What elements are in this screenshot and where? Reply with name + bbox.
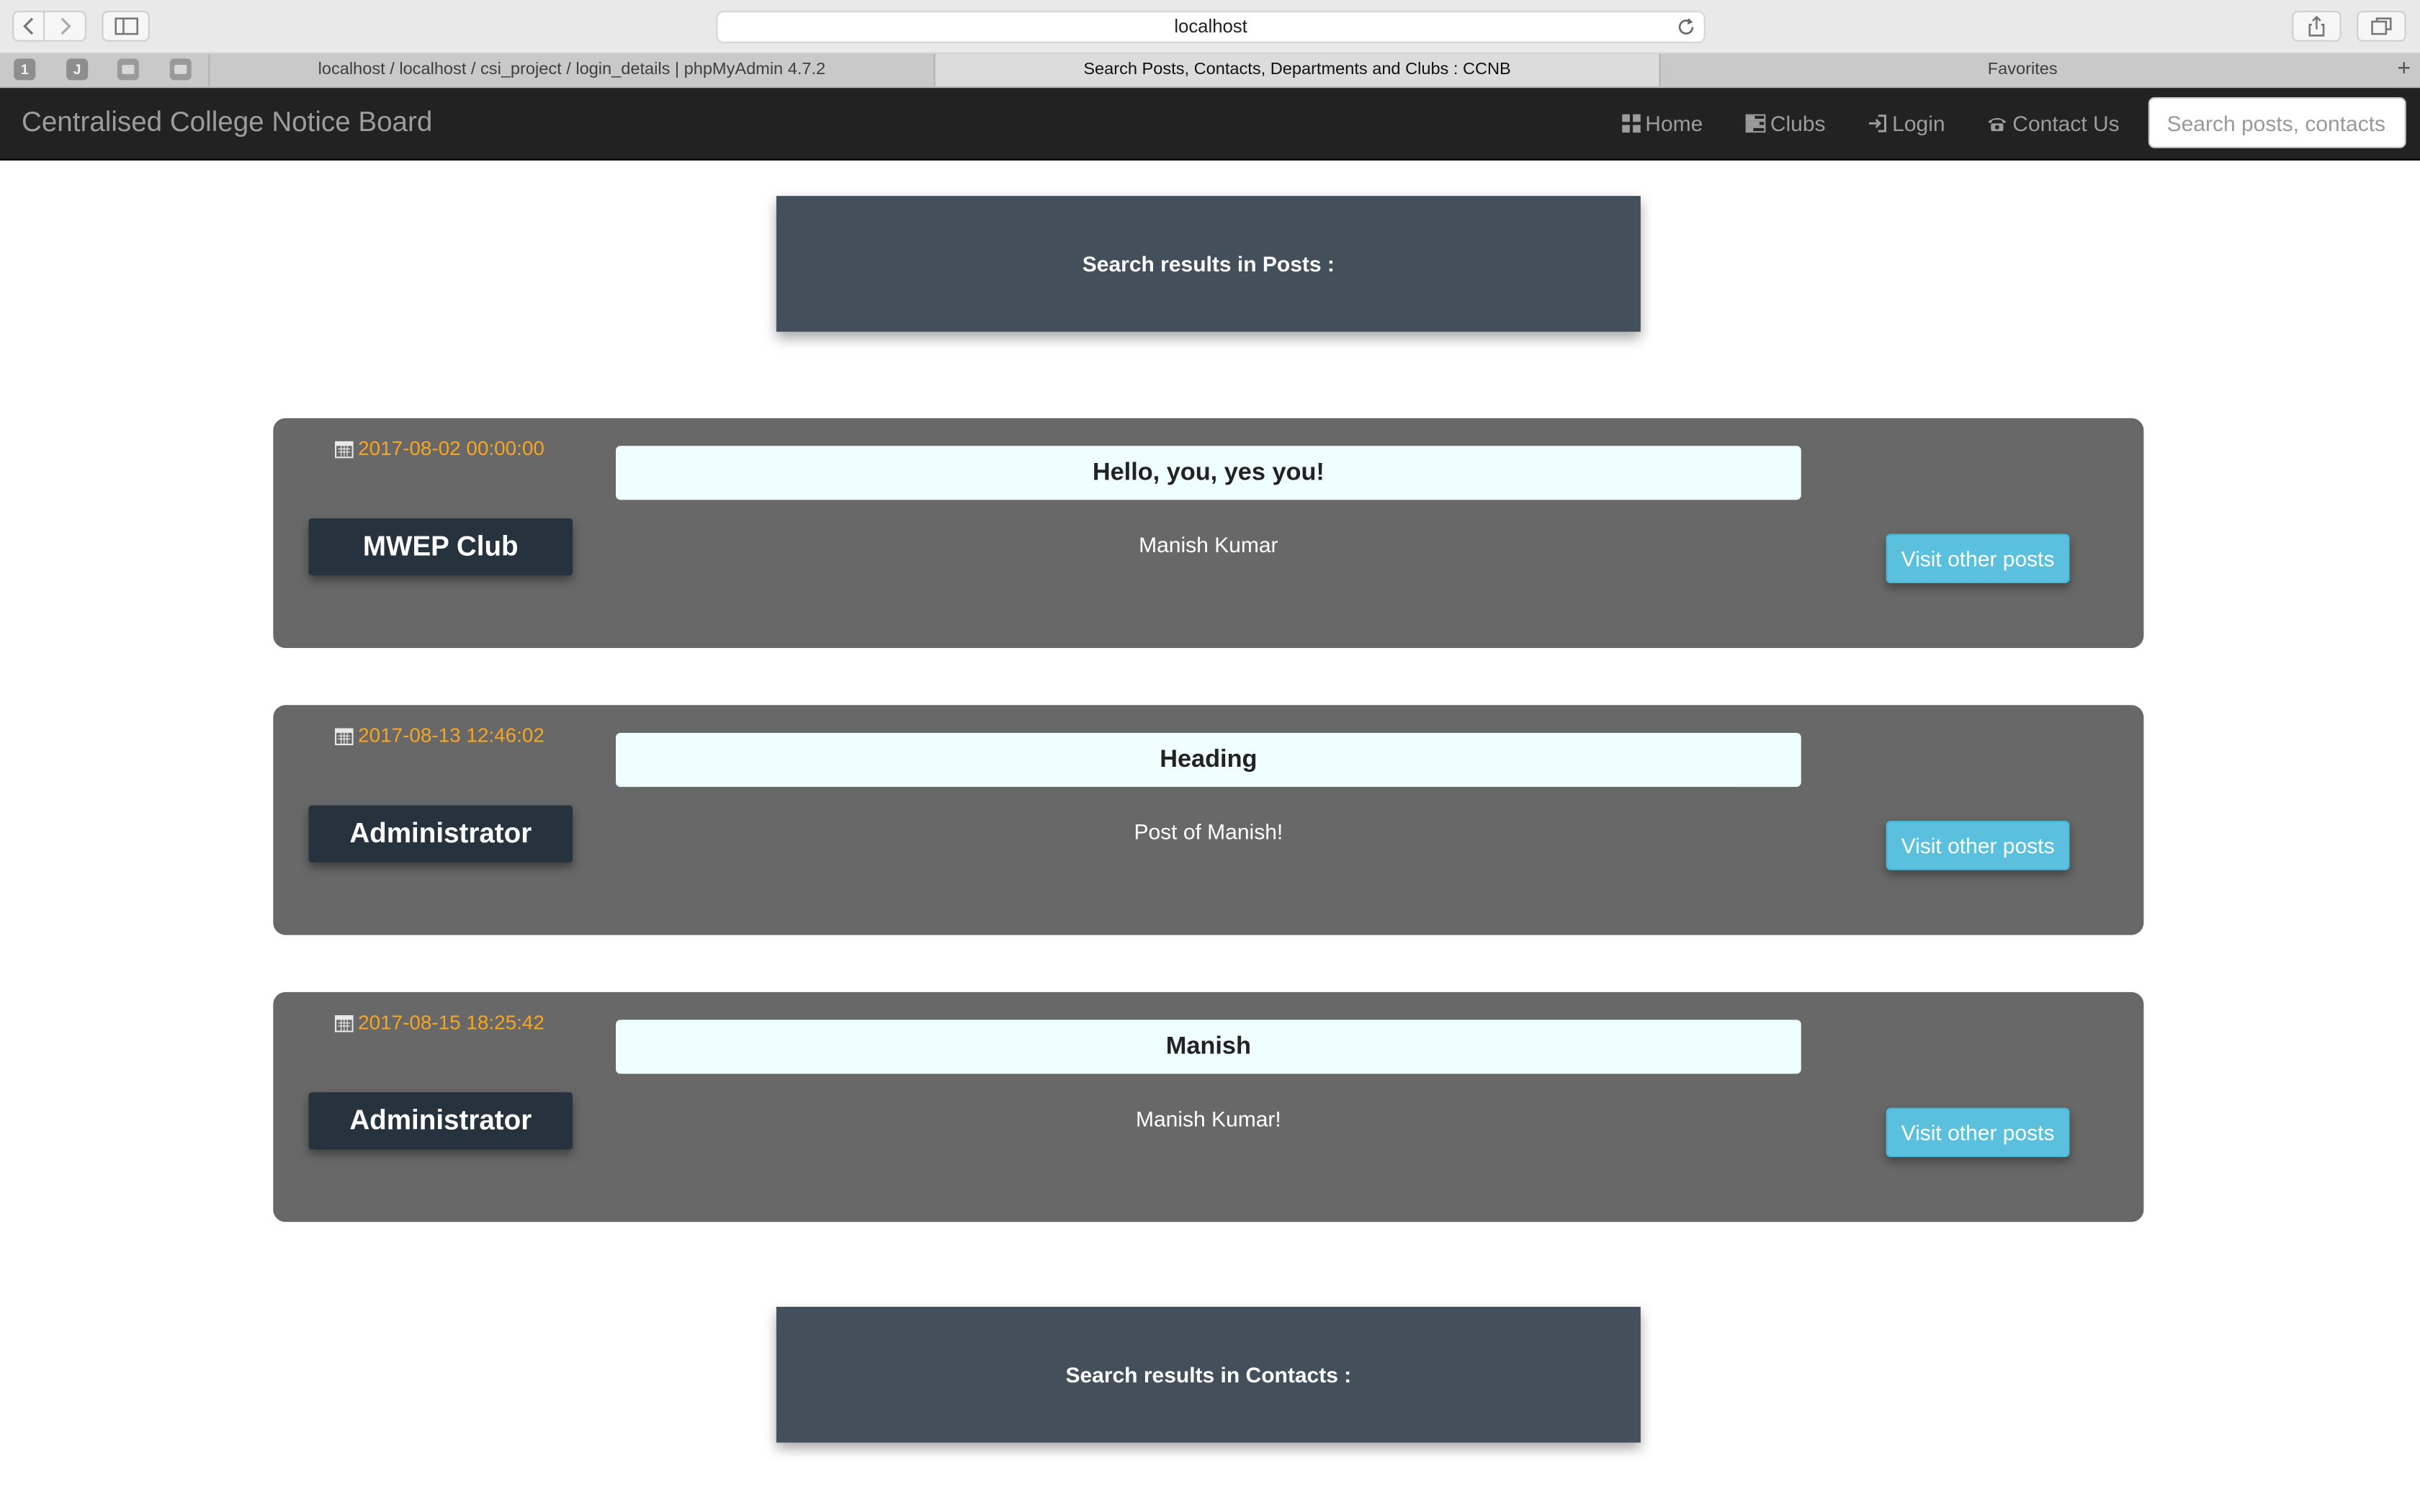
- post-card: 2017-08-15 18:25:42 Administrator Manish…: [273, 991, 2144, 1223]
- post-date: 2017-08-02 00:00:00: [335, 436, 544, 460]
- share-icon: [2308, 15, 2325, 37]
- post-title: Manish: [616, 1020, 1801, 1074]
- post-title: Hello, you, yes you!: [616, 446, 1801, 500]
- nav-contact-label: Contact Us: [2012, 111, 2120, 136]
- post-body: Manish Kumar!: [1135, 1106, 1281, 1131]
- chevron-right-icon: [60, 17, 71, 35]
- contacts-section-header: Search results in Contacts :: [776, 1307, 1641, 1443]
- visit-other-posts-button[interactable]: Visit other posts: [1886, 534, 2070, 583]
- search-input[interactable]: [2148, 97, 2406, 148]
- video-icon: [174, 65, 187, 74]
- post-author-badge: Administrator: [308, 1092, 573, 1150]
- site-brand[interactable]: Centralised College Notice Board: [22, 107, 432, 139]
- page: localhost 1 J localhost / localhost / cs…: [0, 0, 2420, 1512]
- post-date-text: 2017-08-13 12:46:02: [358, 723, 544, 747]
- chevron-left-icon: [22, 17, 33, 35]
- calendar-icon: [335, 727, 354, 744]
- site-navbar: Centralised College Notice Board Home Cl…: [0, 88, 2420, 161]
- calendar-icon: [335, 440, 354, 458]
- nav-home-label: Home: [1645, 111, 1703, 136]
- forward-button[interactable]: [45, 11, 86, 42]
- post-title: Heading: [616, 732, 1801, 787]
- pinned-tab-3[interactable]: [117, 58, 139, 81]
- post-date: 2017-08-13 12:46:02: [335, 724, 544, 747]
- pinned-tab-4[interactable]: [169, 58, 192, 81]
- video-icon: [122, 65, 135, 74]
- nav-login[interactable]: Login: [1868, 111, 1945, 136]
- new-tab-button[interactable]: +: [2397, 55, 2411, 84]
- back-button[interactable]: [12, 11, 45, 42]
- tab-bar: 1 J localhost / localhost / csi_project …: [0, 54, 2420, 89]
- pinned-tab-1[interactable]: 1: [14, 58, 36, 81]
- tab-phpmyadmin[interactable]: localhost / localhost / csi_project / lo…: [208, 54, 933, 86]
- tabs-icon: [2371, 17, 2392, 35]
- address-text: localhost: [1174, 15, 1247, 37]
- post-date-text: 2017-08-15 18:25:42: [358, 1010, 544, 1034]
- sidebar-toggle-button[interactable]: [102, 11, 150, 42]
- log-in-icon: [1869, 114, 1887, 132]
- post-date-text: 2017-08-02 00:00:00: [358, 436, 544, 460]
- tab-search-ccnb[interactable]: Search Posts, Contacts, Departments and …: [933, 54, 1659, 86]
- share-button[interactable]: [2292, 11, 2341, 42]
- posts-section-header: Search results in Posts :: [776, 196, 1641, 332]
- post-author-badge: Administrator: [308, 805, 573, 863]
- pinned-tab-2[interactable]: J: [66, 58, 89, 81]
- calendar-icon: [335, 1014, 354, 1032]
- nav-clubs-label: Clubs: [1770, 111, 1826, 136]
- tab-favorites[interactable]: Favorites: [1659, 54, 2385, 86]
- address-bar[interactable]: localhost: [716, 11, 1706, 43]
- tasks-icon: [1745, 114, 1766, 133]
- visit-other-posts-button[interactable]: Visit other posts: [1886, 821, 2070, 870]
- nav-contact[interactable]: Contact Us: [1986, 111, 2120, 136]
- phone-icon: [1988, 117, 2007, 132]
- nav-home[interactable]: Home: [1622, 111, 1703, 136]
- nav-clubs[interactable]: Clubs: [1745, 111, 1826, 136]
- post-body: Post of Manish!: [1134, 819, 1283, 845]
- post-author-badge: MWEP Club: [308, 518, 573, 576]
- browser-toolbar: localhost: [0, 0, 2420, 54]
- sidebar-icon: [114, 17, 138, 35]
- nav-login-label: Login: [1892, 111, 1945, 136]
- visit-other-posts-button[interactable]: Visit other posts: [1886, 1107, 2070, 1158]
- reload-icon[interactable]: [1676, 17, 1696, 37]
- post-card: 2017-08-13 12:46:02 Administrator Headin…: [273, 705, 2144, 935]
- post-card: 2017-08-02 00:00:00 MWEP Club Hello, you…: [273, 418, 2144, 648]
- post-date: 2017-08-15 18:25:42: [335, 1011, 544, 1034]
- th-large-icon: [1622, 114, 1641, 133]
- tabs-overview-button[interactable]: [2357, 11, 2406, 42]
- post-body: Manish Kumar: [1139, 532, 1278, 557]
